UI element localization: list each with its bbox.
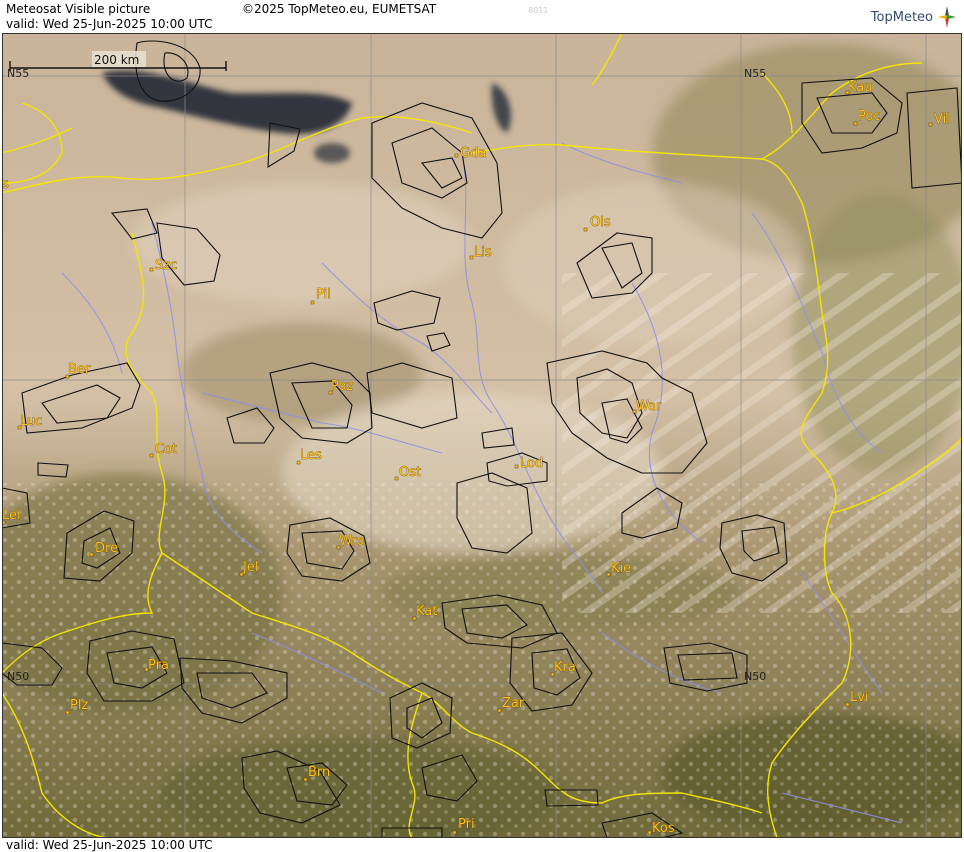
satellite-map[interactable]: Gda Kau Poc Vil Ols Lis Szc Pil Ber Poz … (2, 33, 962, 838)
city-label: Dre (95, 541, 118, 556)
city-label: Plz (70, 698, 88, 713)
compass-star-icon (938, 6, 956, 28)
page: Meteosat Visible picture ©2025 TopMeteo.… (0, 0, 964, 852)
image-code: 8011 (528, 6, 549, 15)
city-label: Pil (316, 287, 331, 302)
city-label: Ost (399, 465, 421, 480)
city-label: Brn (308, 765, 330, 780)
valid-time-top: valid: Wed 25-Jun-2025 10:00 UTC (6, 17, 213, 31)
city-label: Pri (458, 817, 475, 832)
city-label: Vil (934, 112, 950, 127)
city-label: Ber (68, 362, 91, 377)
lat-label-n50-left: N50 (7, 670, 29, 683)
city-label: Ols (590, 215, 611, 230)
copyright: ©2025 TopMeteo.eu, EUMETSAT (242, 2, 437, 16)
city-label: Poz (331, 379, 353, 394)
logo-text: TopMeteo (870, 9, 933, 25)
city-label: s (2, 177, 9, 192)
city-label: Kos (652, 821, 675, 836)
city-label: Cot (155, 442, 177, 457)
city-label: Lei (2, 508, 21, 523)
city-label: Luc (20, 414, 42, 429)
scale-label: 200 km (94, 53, 139, 67)
city-label: Lis (474, 245, 492, 260)
city-label: War (636, 399, 662, 414)
city-label: Kat (416, 604, 437, 619)
valid-time-bottom: valid: Wed 25-Jun-2025 10:00 UTC (6, 838, 213, 852)
map-svg: Gda Kau Poc Vil Ols Lis Szc Pil Ber Poz … (2, 33, 962, 838)
city-label: Kra (554, 660, 576, 675)
topmeteo-logo[interactable]: TopMeteo (871, 4, 958, 30)
city-label: Kie (611, 561, 631, 576)
city-label: Lod (520, 456, 543, 471)
city-label: Les (300, 448, 322, 463)
lat-label-n50-mid: N50 (744, 670, 766, 683)
city-label: Jel (242, 560, 258, 575)
city-label: Gda (460, 146, 486, 161)
city-label: Poc (858, 109, 880, 124)
city-label: Pra (148, 658, 169, 673)
city-label: Wro (339, 534, 364, 549)
cumulus-speckle (2, 483, 962, 838)
image-title: Meteosat Visible picture (6, 2, 151, 16)
city-label: Zar (502, 696, 525, 711)
city-label: Lvi (850, 690, 869, 705)
city-label: Szc (155, 258, 177, 273)
city-label: Kau (848, 80, 873, 95)
lat-label-n55-mid: N55 (744, 67, 766, 80)
